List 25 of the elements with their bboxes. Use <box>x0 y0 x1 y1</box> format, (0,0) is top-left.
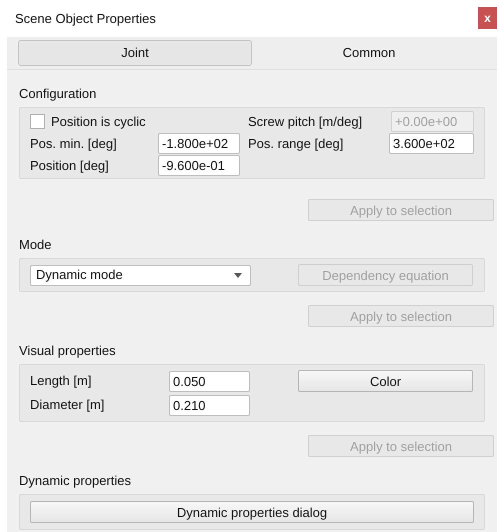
field-label: Pos. range [deg] <box>248 134 344 153</box>
section-title: Configuration <box>19 85 96 104</box>
dropdown-arrow-icon <box>234 272 242 278</box>
button[interactable]: Dynamic properties dialog <box>30 501 474 523</box>
input-field[interactable]: 0.210 <box>169 394 250 416</box>
tab[interactable]: Joint <box>18 40 252 66</box>
input-field[interactable]: 3.600e+02 <box>389 133 474 154</box>
field-label: Position [deg] <box>30 156 110 175</box>
field-label: Position is cyclic <box>51 112 146 131</box>
field-label: Diameter [m] <box>30 396 106 414</box>
button[interactable]: Color <box>298 370 473 392</box>
field-label: Pos. min. [deg] <box>30 134 118 153</box>
input-field[interactable]: 0.050 <box>169 370 250 392</box>
section-title: Mode <box>19 236 52 254</box>
checkbox[interactable] <box>30 114 45 129</box>
tab[interactable]: Common <box>252 40 486 66</box>
input-field[interactable]: -9.600e-01 <box>158 155 240 176</box>
close-button[interactable]: x <box>478 7 497 29</box>
section-title: Visual properties <box>19 342 116 360</box>
window-title: Scene Object Properties <box>15 10 156 28</box>
section-title: Dynamic properties <box>19 472 131 490</box>
field-label: Length [m] <box>30 372 92 390</box>
dropdown[interactable]: Dynamic mode <box>30 264 251 286</box>
input-field[interactable]: -1.800e+02 <box>158 133 240 154</box>
field-label: Screw pitch [m/deg] <box>248 112 364 131</box>
